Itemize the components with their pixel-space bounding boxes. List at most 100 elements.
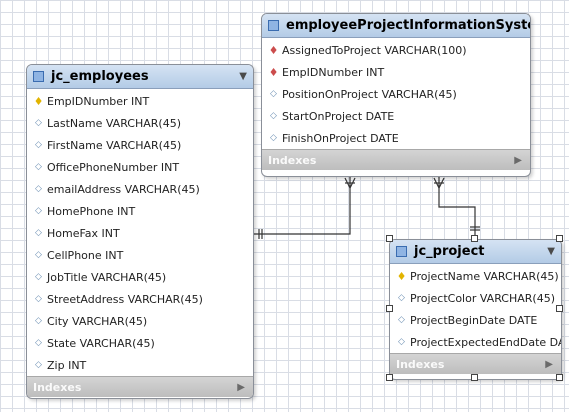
column-icon: ◇ xyxy=(35,359,42,370)
table-jc-employees[interactable]: jc_employees ▼ ♦ EmpIDNumber INT ◇ LastNam… xyxy=(26,64,254,399)
column-icon: ◇ xyxy=(270,88,277,99)
field-label: CellPhone INT xyxy=(47,248,124,262)
field-label: EmpIDNumber INT xyxy=(47,94,150,108)
collapse-arrow-icon[interactable]: ▼ xyxy=(547,246,555,257)
table-header[interactable]: employeeProjectInformationSystem ▼ xyxy=(262,14,530,38)
resize-handle-top-left[interactable] xyxy=(386,235,393,242)
resize-handle-top[interactable] xyxy=(471,235,478,242)
field-label: Zip INT xyxy=(47,358,87,372)
table-employee-project-information-system[interactable]: employeeProjectInformationSystem ▼ ♦Assi… xyxy=(261,13,531,177)
field-row[interactable]: ◇ HomePhone INT xyxy=(27,200,253,222)
resize-handle-bottom[interactable] xyxy=(471,374,478,381)
field-row[interactable]: ♦ EmpIDNumber INT xyxy=(27,90,253,112)
column-icon: ◇ xyxy=(270,110,277,121)
column-icon: ◇ xyxy=(35,271,42,282)
field-label: OfficePhoneNumber INT xyxy=(47,160,180,174)
column-icon: ◇ xyxy=(35,117,42,128)
field-label: ProjectBeginDate DATE xyxy=(410,313,538,327)
field-label: ProjectColor VARCHAR(45) xyxy=(410,291,555,305)
field-row[interactable]: ◇ PositionOnProject VARCHAR(45) xyxy=(262,83,530,105)
field-label: City VARCHAR(45) xyxy=(47,314,148,328)
collapse-arrow-icon[interactable]: ▼ xyxy=(239,71,247,82)
field-row[interactable]: ◇ FirstName VARCHAR(45) xyxy=(27,134,253,156)
column-icon: ◇ xyxy=(398,336,405,347)
table-icon xyxy=(268,20,279,31)
column-icon: ◇ xyxy=(398,292,405,303)
column-icon: ◇ xyxy=(35,293,42,304)
field-list: ♦ AssignedToProject VARCHAR(100) ♦ EmpIDNu… xyxy=(262,38,530,149)
field-row[interactable]: ◇ OfficePhoneNumber INT xyxy=(27,156,253,178)
resize-handle-right[interactable] xyxy=(556,305,563,312)
column-icon: ◇ xyxy=(270,132,277,143)
field-label: FirstName VARCHAR(45) xyxy=(47,138,182,152)
column-icon: ◇ xyxy=(35,139,42,150)
resize-handle-left[interactable] xyxy=(386,305,393,312)
field-list: ♦ EmpIDNumber INT ◇ LastName VARCHAR(45) ◇… xyxy=(27,89,253,376)
field-label: FinishOnProject DATE xyxy=(282,131,399,145)
field-row[interactable]: ◇ State VARCHAR(45) xyxy=(27,332,253,354)
field-row[interactable]: ◇ StreetAddress VARCHAR(45) xyxy=(27,288,253,310)
field-label: HomeFax INT xyxy=(47,226,120,240)
field-label: JobTitle VARCHAR(45) xyxy=(47,270,167,284)
indexes-bar[interactable]: Indexes ▶ xyxy=(27,376,253,397)
field-row[interactable]: ◇ LastName VARCHAR(45) xyxy=(27,112,253,134)
field-row[interactable]: ◇ FinishOnProject DATE xyxy=(262,127,530,149)
table-name: jc_project xyxy=(414,244,485,259)
field-row[interactable]: ◇ City VARCHAR(45) xyxy=(27,310,253,332)
column-icon: ◇ xyxy=(35,161,42,172)
field-label: State VARCHAR(45) xyxy=(47,336,155,350)
field-label: LastName VARCHAR(45) xyxy=(47,116,182,130)
expand-arrow-icon[interactable]: ▶ xyxy=(237,382,245,393)
column-icon: ◇ xyxy=(398,314,405,325)
table-icon xyxy=(396,246,407,257)
key-icon: ♦ xyxy=(33,94,44,108)
field-row[interactable]: ◇ CellPhone INT xyxy=(27,244,253,266)
indexes-label: Indexes xyxy=(33,380,82,394)
table-jc-project[interactable]: jc_project ▼ ♦ ProjectName VARCHAR(45) ◇ P… xyxy=(389,239,562,380)
field-label: PositionOnProject VARCHAR(45) xyxy=(282,87,457,101)
key-icon: ♦ xyxy=(396,269,407,283)
indexes-bar[interactable]: Indexes ▶ xyxy=(262,149,530,170)
field-row[interactable]: ◇ Zip INT xyxy=(27,354,253,376)
field-label: HomePhone INT xyxy=(47,204,136,218)
table-name: employeeProjectInformationSystem xyxy=(286,18,531,33)
field-label: StartOnProject DATE xyxy=(282,109,395,123)
field-label: ProjectExpectedEndDate DATE xyxy=(410,335,562,349)
indexes-bar[interactable]: Indexes ▶ xyxy=(390,353,561,374)
indexes-label: Indexes xyxy=(268,153,317,167)
column-icon: ◇ xyxy=(35,337,42,348)
table-header[interactable]: jc_project ▼ xyxy=(390,240,561,264)
field-label: ProjectName VARCHAR(45) xyxy=(410,269,559,283)
field-row[interactable]: ◇ ProjectExpectedEndDate DATE xyxy=(390,331,561,353)
field-row[interactable]: ♦ AssignedToProject VARCHAR(100) xyxy=(262,39,530,61)
table-header[interactable]: jc_employees ▼ xyxy=(27,65,253,89)
resize-handle-bottom-left[interactable] xyxy=(386,374,393,381)
column-icon: ◇ xyxy=(35,249,42,260)
indexes-label: Indexes xyxy=(396,357,445,371)
field-row[interactable]: ◇ StartOnProject DATE xyxy=(262,105,530,127)
foreign-key-icon: ♦ xyxy=(268,43,279,57)
expand-arrow-icon[interactable]: ▶ xyxy=(514,155,522,166)
field-row[interactable]: ◇ JobTitle VARCHAR(45) xyxy=(27,266,253,288)
field-row[interactable]: ♦ EmpIDNumber INT xyxy=(262,61,530,83)
field-label: emailAddress VARCHAR(45) xyxy=(47,182,200,196)
column-icon: ◇ xyxy=(35,205,42,216)
column-icon: ◇ xyxy=(35,227,42,238)
expand-arrow-icon[interactable]: ▶ xyxy=(545,359,553,370)
field-row[interactable]: ◇ ProjectColor VARCHAR(45) xyxy=(390,287,561,309)
foreign-key-icon: ♦ xyxy=(268,65,279,79)
field-row[interactable]: ◇ emailAddress VARCHAR(45) xyxy=(27,178,253,200)
field-list: ♦ ProjectName VARCHAR(45) ◇ ProjectColor V… xyxy=(390,264,561,353)
column-icon: ◇ xyxy=(35,315,42,326)
relationship-employees-eprojinfo[interactable] xyxy=(252,177,356,239)
field-label: EmpIDNumber INT xyxy=(282,65,385,79)
field-label: StreetAddress VARCHAR(45) xyxy=(47,292,203,306)
field-row[interactable]: ◇ ProjectBeginDate DATE xyxy=(390,309,561,331)
table-name: jc_employees xyxy=(51,69,149,84)
field-label: AssignedToProject VARCHAR(100) xyxy=(282,43,467,57)
resize-handle-bottom-right[interactable] xyxy=(556,374,563,381)
resize-handle-top-right[interactable] xyxy=(556,235,563,242)
field-row[interactable]: ◇ HomeFax INT xyxy=(27,222,253,244)
field-row[interactable]: ♦ ProjectName VARCHAR(45) xyxy=(390,265,561,287)
relationship-project-eprojinfo[interactable] xyxy=(433,177,480,237)
